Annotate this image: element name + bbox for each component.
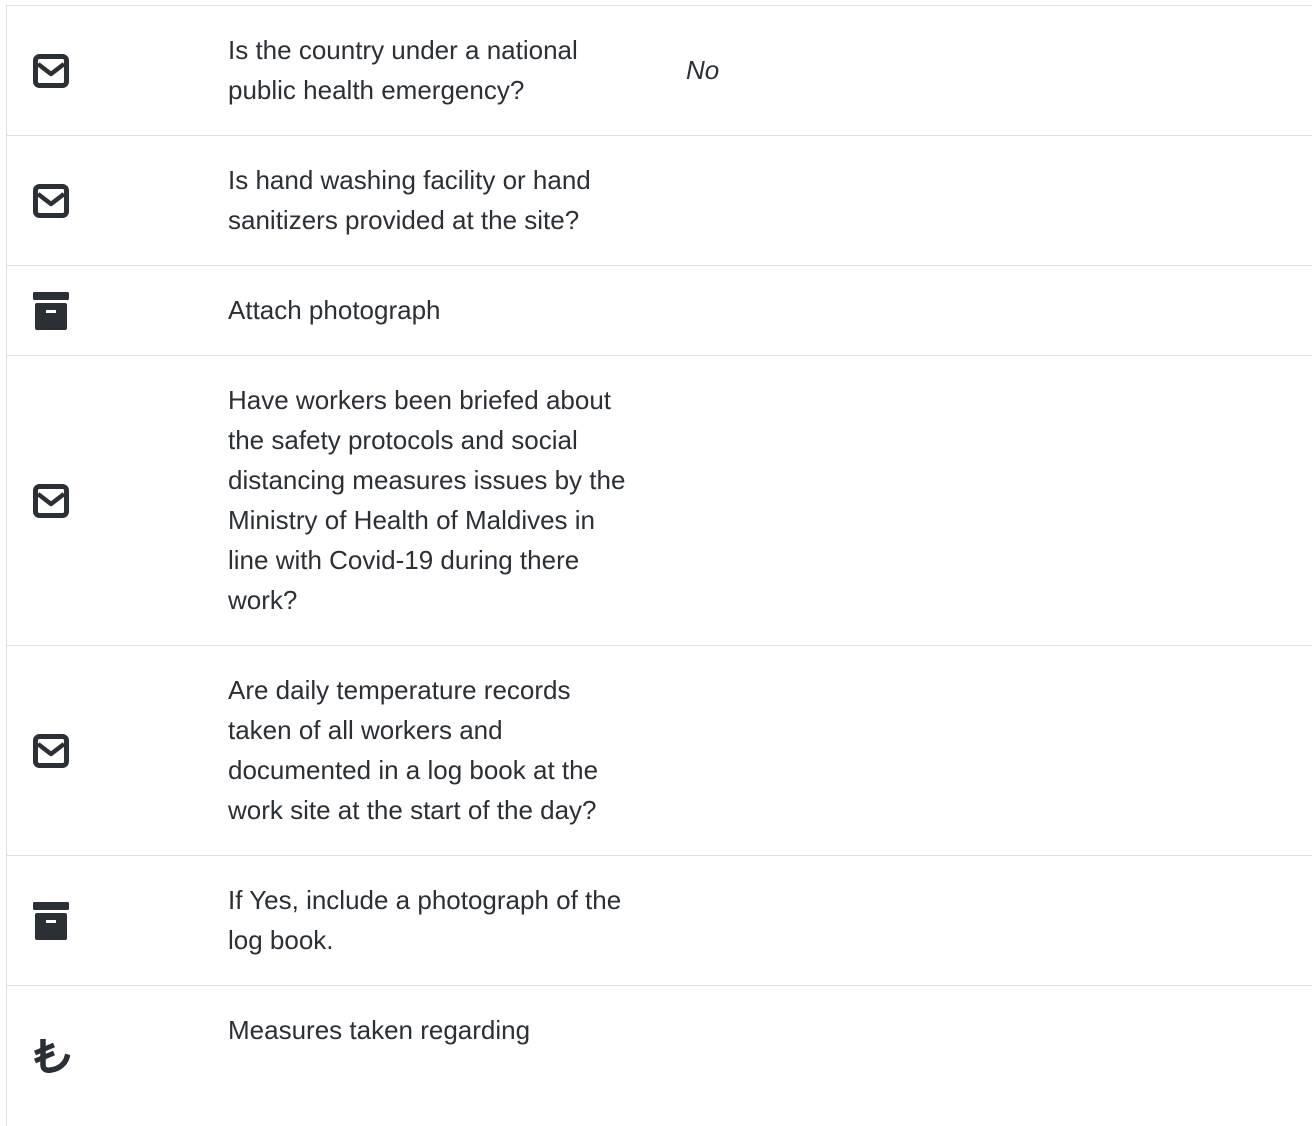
checklist-table: Is the country under a national public h…: [6, 5, 1312, 1126]
table-row: Measures taken regarding: [7, 986, 1312, 1126]
answer-value: No: [686, 55, 720, 85]
envelope-icon: [31, 181, 71, 221]
table-row: Have workers been briefed about the safe…: [7, 356, 1312, 646]
envelope-icon: [31, 731, 71, 771]
table-row: Is hand washing facility or hand sanitiz…: [7, 136, 1312, 266]
question-text: Attach photograph: [228, 295, 441, 325]
question-text: Is hand washing facility or hand sanitiz…: [228, 165, 591, 235]
archive-icon: [31, 291, 71, 331]
question-text: Are daily temperature records taken of a…: [228, 675, 599, 825]
question-text: Is the country under a national public h…: [228, 35, 578, 105]
archive-icon: [31, 901, 71, 941]
lira-icon: [31, 1036, 71, 1076]
envelope-icon: [31, 481, 71, 521]
question-text: If Yes, include a photograph of the log …: [228, 885, 622, 955]
table-row: If Yes, include a photograph of the log …: [7, 856, 1312, 986]
table-row: Is the country under a national public h…: [7, 6, 1312, 136]
question-text: Measures taken regarding: [228, 1015, 531, 1045]
question-text: Have workers been briefed about the safe…: [228, 385, 626, 615]
envelope-icon: [31, 51, 71, 91]
table-row: Are daily temperature records taken of a…: [7, 646, 1312, 856]
table-row: Attach photograph: [7, 266, 1312, 356]
